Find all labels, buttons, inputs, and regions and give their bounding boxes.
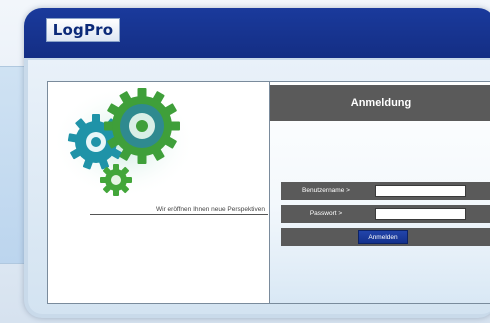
logo-text: LogPro bbox=[52, 21, 114, 39]
username-input[interactable] bbox=[375, 185, 466, 197]
submit-row: Anmelden bbox=[281, 228, 490, 246]
content-area: Wir eröffnen Ihnen neue Perspektiven Anm… bbox=[28, 60, 490, 314]
login-title: Anmeldung bbox=[350, 97, 412, 109]
password-label: Passwort > bbox=[309, 210, 343, 217]
login-header: Anmeldung bbox=[270, 85, 490, 121]
password-row: Passwort > bbox=[281, 205, 490, 223]
password-input[interactable] bbox=[375, 208, 466, 220]
branding-pane: Wir eröffnen Ihnen neue Perspektiven bbox=[48, 82, 269, 303]
logo: LogPro bbox=[46, 18, 120, 42]
username-label: Benutzername > bbox=[302, 187, 350, 194]
tagline: Wir eröffnen Ihnen neue Perspektiven bbox=[155, 206, 265, 213]
gears-icon bbox=[54, 86, 196, 198]
username-row: Benutzername > bbox=[281, 182, 490, 200]
login-form-pane: Anmeldung Benutzername > Passwort > Anme… bbox=[270, 82, 490, 303]
tagline-underline bbox=[90, 214, 268, 215]
header-bar: LogPro bbox=[24, 8, 490, 58]
login-button[interactable]: Anmelden bbox=[358, 230, 408, 244]
login-panel: Wir eröffnen Ihnen neue Perspektiven Anm… bbox=[47, 81, 490, 304]
app-window: LogPro Wir eröffnen Ihnen neue Perspekti… bbox=[24, 8, 490, 318]
